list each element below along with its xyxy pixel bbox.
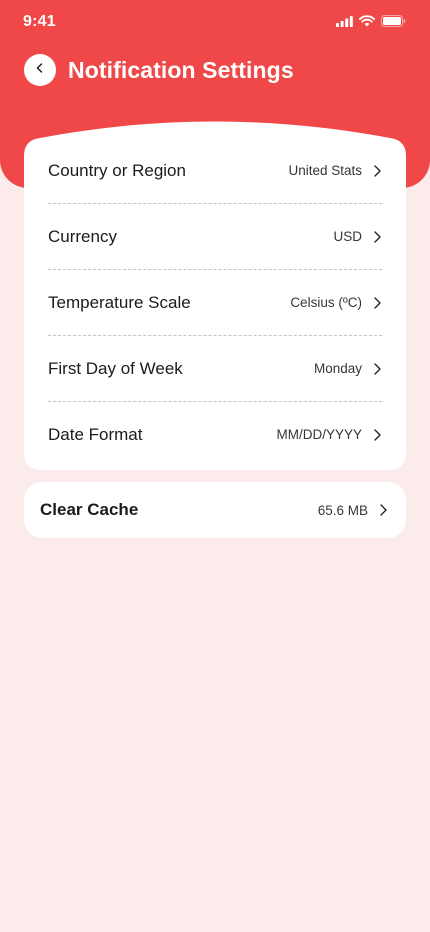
clear-cache-button[interactable]: Clear Cache 65.6 MB xyxy=(24,482,406,538)
settings-row-label: Country or Region xyxy=(48,160,186,180)
settings-row-value: Monday xyxy=(313,361,362,376)
clear-cache-label: Clear Cache xyxy=(40,500,139,519)
settings-list: Country or Region United Stats Currency … xyxy=(48,138,382,467)
settings-row-value: USD xyxy=(333,229,362,244)
back-button[interactable] xyxy=(24,54,56,86)
settings-row-country[interactable]: Country or Region United Stats xyxy=(48,138,382,204)
chevron-right-icon xyxy=(372,230,382,244)
battery-icon xyxy=(381,15,406,27)
wifi-icon xyxy=(359,15,375,27)
status-bar: 9:41 xyxy=(0,0,430,44)
chevron-right-icon xyxy=(372,296,382,310)
chevron-right-icon xyxy=(372,164,382,178)
settings-row-label: Date Format xyxy=(48,424,143,444)
status-time: 9:41 xyxy=(23,13,56,30)
signal-icon xyxy=(336,15,353,27)
settings-row-label: Currency xyxy=(48,226,117,246)
chevron-right-icon xyxy=(372,362,382,376)
cache-size-value: 65.6 MB xyxy=(317,502,368,518)
page-title: Notification Settings xyxy=(68,57,294,83)
settings-row-value: MM/DD/YYYY xyxy=(276,427,362,442)
settings-card: Country or Region United Stats Currency … xyxy=(24,120,406,470)
chevron-right-icon xyxy=(372,428,382,442)
settings-row-first-day[interactable]: First Day of Week Monday xyxy=(48,336,382,402)
settings-row-label: Temperature Scale xyxy=(48,292,191,312)
settings-row-temperature[interactable]: Temperature Scale Celsius (ºC) xyxy=(48,270,382,336)
settings-row-date-format[interactable]: Date Format MM/DD/YYYY xyxy=(48,402,382,467)
settings-row-value: Celsius (ºC) xyxy=(290,295,362,310)
chevron-left-icon xyxy=(34,61,46,79)
status-icons xyxy=(336,15,406,27)
settings-row-currency[interactable]: Currency USD xyxy=(48,204,382,270)
settings-row-label: First Day of Week xyxy=(48,358,183,378)
settings-row-value: United Stats xyxy=(288,163,362,178)
chevron-right-icon xyxy=(378,503,388,517)
